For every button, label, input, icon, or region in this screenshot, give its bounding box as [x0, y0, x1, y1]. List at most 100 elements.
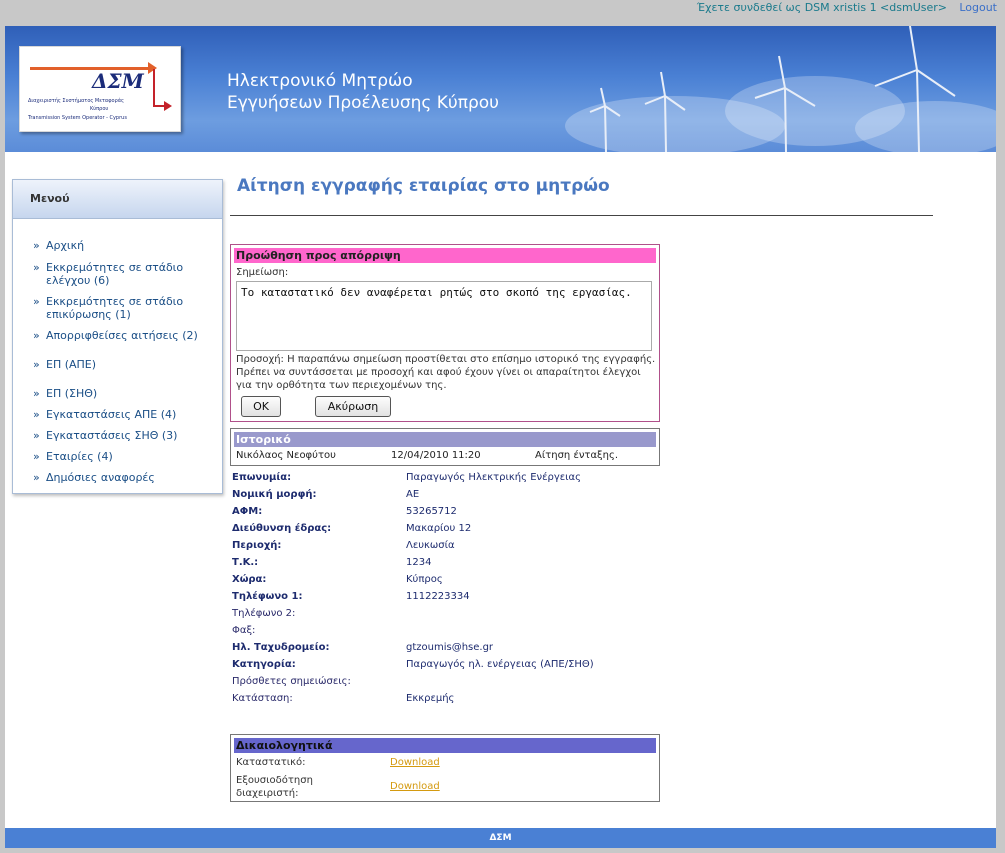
bullet-icon: » [33, 295, 40, 308]
main-content-area: Μενού » Αρχική » Εκκρεμότητες σε στάδιο ελ… [5, 152, 996, 828]
detail-value: Μακαρίου 12 [406, 523, 472, 534]
detail-label: Διεύθυνση έδρας: [232, 523, 332, 534]
detail-row-fax: Φαξ: [232, 623, 662, 640]
detail-label: Χώρα: [232, 574, 267, 585]
logged-in-user: Έχετε συνδεθεί ως DSM xristis 1 <dsmUser… [696, 1, 947, 14]
document-label-line-2: διαχειριστή: [236, 788, 299, 799]
detail-value: ΑΕ [406, 489, 420, 500]
download-link-authorization[interactable]: Download [390, 780, 440, 793]
detail-row-postcode: Τ.Κ.: 1234 [232, 555, 662, 572]
detail-row-phone-1: Τηλέφωνο 1: 1112223334 [232, 589, 662, 606]
cancel-button[interactable]: Ακύρωση [315, 396, 391, 417]
document-row-statute: Καταστατικό: Download [236, 757, 440, 768]
detail-label: Νομική μορφή: [232, 489, 317, 500]
footer: ΔΣΜ [5, 828, 996, 848]
detail-row-notes: Πρόσθετες σημειώσεις: [232, 674, 662, 691]
site-title-line-1: Ηλεκτρονικό Μητρώο [227, 71, 413, 91]
detail-value: Παραγωγός ηλ. ενέργειας (ΑΠΕ/ΣΗΘ) [406, 659, 594, 670]
site-title-line-2: Εγγυήσεων Προέλευσης Κύπρου [227, 93, 499, 113]
documents-header: Δικαιολογητικά [234, 738, 656, 753]
detail-row-legal-form: Νομική μορφή: ΑΕ [232, 487, 662, 504]
ok-button[interactable]: OK [241, 396, 281, 417]
reject-panel-header: Προώθηση προς απόρριψη [234, 248, 656, 263]
sidebar-item-go-chp[interactable]: » ΕΠ (ΣΗΘ) [33, 387, 222, 400]
sidebar-item-res-installations[interactable]: » Εγκαταστάσεις ΑΠΕ (4) [33, 408, 222, 421]
detail-row-region: Περιοχή: Λευκωσία [232, 538, 662, 555]
detail-row-phone-2: Τηλέφωνο 2: [232, 606, 662, 623]
detail-value: Κύπρος [406, 574, 443, 585]
sidebar-header: Μενού [13, 180, 222, 219]
detail-label: Πρόσθετες σημειώσεις: [232, 676, 351, 687]
header-banner: ΔΣΜ Διαχειριστής Συστήματος Μεταφοράς Κύ… [5, 26, 996, 152]
detail-label: ΑΦΜ: [232, 506, 263, 517]
detail-label: Τηλέφωνο 2: [232, 608, 296, 619]
detail-row-name: Επωνυμία: Παραγωγός Ηλεκτρικής Ενέργειας [232, 470, 662, 487]
wind-turbines-graphic [589, 26, 956, 152]
document-label-line-1: Εξουσιοδότηση [236, 775, 313, 786]
logout-link[interactable]: Logout [959, 1, 997, 14]
detail-value: 1234 [406, 557, 432, 568]
sidebar-item-pending-validation[interactable]: » Εκκρεμότητες σε στάδιο επικύρωσης (1) [33, 295, 222, 321]
bullet-icon: » [33, 239, 40, 252]
history-action: Αίτηση ένταξης. [535, 450, 619, 461]
site-title: Ηλεκτρονικό Μητρώο Εγγυήσεων Προέλευσης … [227, 70, 499, 114]
bullet-icon: » [33, 329, 40, 342]
detail-label: Επωνυμία: [232, 472, 292, 483]
detail-row-address: Διεύθυνση έδρας: Μακαρίου 12 [232, 521, 662, 538]
detail-value: Εκκρεμής [406, 693, 455, 704]
detail-label: Περιοχή: [232, 540, 282, 551]
sidebar-item-rejected[interactable]: » Απορριφθείσες αιτήσεις (2) [33, 329, 222, 342]
sidebar-item-home[interactable]: » Αρχική [33, 239, 222, 252]
detail-row-status: Κατάσταση: Εκκρεμής [232, 691, 662, 708]
detail-label: Τηλέφωνο 1: [232, 591, 303, 602]
detail-row-email: Ηλ. Ταχυδρομείο: gtzoumis@hse.gr [232, 640, 662, 657]
logo-text: ΔΣΜ [92, 69, 144, 93]
bullet-icon: » [33, 429, 40, 442]
detail-value: Παραγωγός Ηλεκτρικής Ενέργειας [406, 472, 582, 483]
note-warning: Προσοχή: Η παραπάνω σημείωση προστίθεται… [236, 354, 656, 391]
title-divider [230, 215, 933, 216]
detail-value: Λευκωσία [406, 540, 455, 551]
sidebar-item-go-res[interactable]: » ΕΠ (ΑΠΕ) [33, 358, 222, 371]
documents-panel: Δικαιολογητικά Καταστατικό: Download Εξο… [230, 734, 660, 802]
note-label: Σημείωση: [236, 267, 289, 278]
detail-label: Φαξ: [232, 625, 256, 636]
sidebar-item-pending-review[interactable]: » Εκκρεμότητες σε στάδιο ελέγχου (6) [33, 261, 222, 287]
top-bar: Έχετε συνδεθεί ως DSM xristis 1 <dsmUser… [0, 0, 1005, 18]
note-textarea[interactable]: Το καταστατικό δεν αναφέρεται ρητώς στο … [236, 281, 652, 351]
sidebar-item-chp-installations[interactable]: » Εγκαταστάσεις ΣΗΘ (3) [33, 429, 222, 442]
page-title: Αίτηση εγγραφής εταιρίας στο μητρώο [237, 176, 610, 196]
bullet-icon: » [33, 358, 40, 371]
detail-value: gtzoumis@hse.gr [406, 642, 494, 653]
document-row-authorization: Εξουσιοδότηση διαχειριστή: Download [236, 774, 440, 800]
bullet-icon: » [33, 387, 40, 400]
bullet-icon: » [33, 261, 40, 274]
download-link-statute[interactable]: Download [390, 757, 440, 768]
bullet-icon: » [33, 471, 40, 484]
bullet-icon: » [33, 408, 40, 421]
logo-subtitle-2: Κύπρου [90, 106, 109, 112]
detail-value: 53265712 [406, 506, 457, 517]
history-user: Νικόλαος Νεοφύτου [236, 450, 336, 461]
detail-row-tax-id: ΑΦΜ: 53265712 [232, 504, 662, 521]
bullet-icon: » [33, 450, 40, 463]
detail-label: Τ.Κ.: [232, 557, 259, 568]
logo-subtitle-3: Transmission System Operator - Cyprus [28, 115, 127, 121]
logo-subtitle-1: Διαχειριστής Συστήματος Μεταφοράς [28, 98, 124, 104]
detail-label: Ηλ. Ταχυδρομείο: [232, 642, 330, 653]
sidebar-item-public-reports[interactable]: » Δημόσιες αναφορές [33, 471, 222, 484]
detail-value: 1112223334 [406, 591, 470, 602]
detail-row-country: Χώρα: Κύπρος [232, 572, 662, 589]
history-date: 12/04/2010 11:20 [391, 450, 481, 461]
reject-panel: Προώθηση προς απόρριψη Σημείωση: Το κατα… [230, 244, 660, 422]
history-panel: Ιστορικό Νικόλαος Νεοφύτου 12/04/2010 11… [230, 428, 660, 466]
company-logo: ΔΣΜ Διαχειριστής Συστήματος Μεταφοράς Κύ… [19, 46, 181, 132]
sidebar-menu: Μενού » Αρχική » Εκκρεμότητες σε στάδιο ελ… [12, 179, 223, 494]
detail-label: Κατάσταση: [232, 693, 293, 704]
history-header: Ιστορικό [234, 432, 656, 447]
detail-row-category: Κατηγορία: Παραγωγός ηλ. ενέργειας (ΑΠΕ/Σ… [232, 657, 662, 674]
document-label: Καταστατικό: [236, 757, 306, 768]
sidebar-item-companies[interactable]: » Εταιρίες (4) [33, 450, 222, 463]
detail-label: Κατηγορία: [232, 659, 296, 670]
company-details: Επωνυμία: Παραγωγός Ηλεκτρικής Ενέργειας … [232, 470, 662, 708]
